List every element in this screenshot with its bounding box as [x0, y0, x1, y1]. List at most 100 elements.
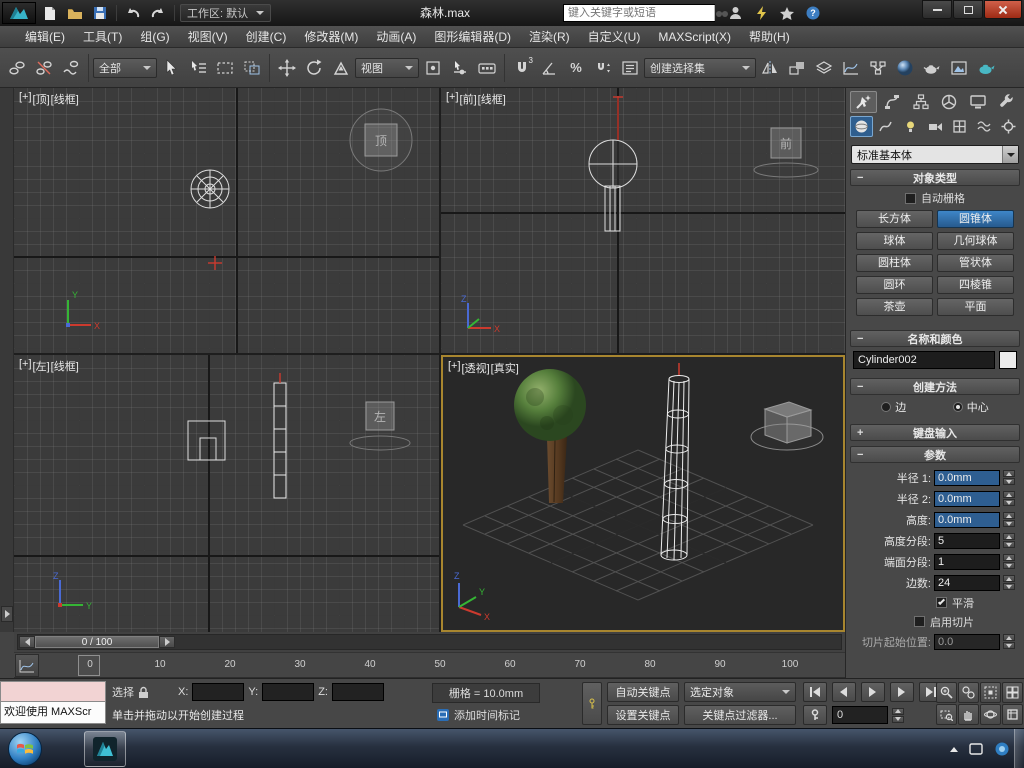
object-name-field[interactable]: Cylinder002	[853, 351, 995, 369]
subtab-cameras[interactable]	[924, 116, 947, 137]
smooth-checkbox[interactable]	[936, 597, 947, 608]
time-slider-track[interactable]: 0 / 100	[17, 634, 842, 650]
minimize-button[interactable]	[922, 0, 952, 19]
height-spinner[interactable]	[1003, 512, 1015, 527]
align-button[interactable]	[784, 55, 810, 81]
cylinder-left-wireframe[interactable]	[274, 373, 286, 498]
help-icon[interactable]: ?	[802, 3, 824, 23]
zoom-extents-button[interactable]	[980, 682, 1001, 703]
tree-top-wireframe[interactable]	[191, 170, 229, 208]
menu-customize[interactable]: 自定义(U)	[579, 26, 650, 48]
open-file-button[interactable]	[64, 3, 86, 23]
key-mode-toggle[interactable]	[803, 705, 827, 725]
current-frame-field[interactable]: 0	[832, 706, 888, 724]
y-coordinate-field[interactable]	[262, 683, 314, 701]
macro-recorder-line[interactable]	[0, 681, 106, 702]
cone-creation-gizmo[interactable]	[613, 96, 623, 140]
scale-button[interactable]	[328, 55, 354, 81]
redo-button[interactable]	[147, 3, 169, 23]
viewcube[interactable]	[751, 402, 823, 450]
select-object-button[interactable]	[158, 55, 184, 81]
go-to-start-button[interactable]	[803, 682, 827, 702]
render-production-button[interactable]	[973, 55, 999, 81]
subtab-shapes[interactable]	[875, 116, 898, 137]
render-setup-button[interactable]	[919, 55, 945, 81]
named-sets-dropdown[interactable]: 创建选择集	[644, 58, 756, 78]
geosphere-button[interactable]: 几何球体	[937, 232, 1014, 250]
unlink-button[interactable]	[31, 55, 57, 81]
play-button[interactable]	[861, 682, 885, 702]
tab-display[interactable]	[965, 91, 992, 113]
use-pivot-center-button[interactable]	[420, 55, 446, 81]
selection-lock-icon[interactable]	[138, 686, 149, 699]
angle-snap-toggle[interactable]	[536, 55, 562, 81]
reference-coordinate-dropdown[interactable]: 视图	[355, 58, 419, 78]
cylinder-model-selected[interactable]	[661, 363, 689, 560]
viewport-shading-button[interactable]: [真实]	[491, 360, 519, 376]
viewcube[interactable]: 前	[754, 128, 818, 177]
cone-creation-gizmo[interactable]	[208, 256, 222, 270]
undo-button[interactable]	[122, 3, 144, 23]
tab-hierarchy[interactable]	[907, 91, 934, 113]
object-color-swatch[interactable]	[999, 351, 1017, 369]
subtab-geometry[interactable]	[850, 116, 873, 137]
mini-curve-editor-button[interactable]	[15, 654, 39, 677]
set-keys-button[interactable]	[582, 682, 602, 725]
pyramid-button[interactable]: 四棱锥	[937, 276, 1014, 294]
menu-group[interactable]: 组(G)	[131, 26, 178, 48]
radius1-spinner[interactable]	[1003, 470, 1015, 485]
key-filters-button[interactable]: 关键点过滤器...	[684, 705, 796, 725]
tab-create[interactable]	[850, 91, 877, 113]
autogrid-checkbox[interactable]	[905, 193, 916, 204]
menu-rendering[interactable]: 渲染(R)	[520, 26, 579, 48]
cylinder-button[interactable]: 圆柱体	[856, 254, 933, 272]
viewport-name-button[interactable]: [顶]	[33, 91, 50, 107]
rollout-object-type-header[interactable]: − 对象类型	[850, 169, 1020, 186]
torus-button[interactable]: 圆环	[856, 276, 933, 294]
edit-named-sets-button[interactable]	[617, 55, 643, 81]
add-time-tag-button[interactable]: 添加时间标记	[454, 707, 520, 723]
viewport-front[interactable]: [+] [前] [线框] 前	[441, 88, 845, 353]
sphere-button[interactable]: 球体	[856, 232, 933, 250]
keyboard-override-toggle[interactable]	[474, 55, 500, 81]
tree-left-wireframe[interactable]	[188, 421, 225, 460]
next-frame-arrow[interactable]	[159, 636, 175, 648]
primitive-category-dropdown[interactable]: 标准基本体	[851, 145, 1019, 164]
material-editor-button[interactable]	[892, 55, 918, 81]
listener-line[interactable]: 欢迎使用 MAXScr	[0, 702, 106, 724]
start-button[interactable]	[8, 732, 42, 766]
time-tag-icon[interactable]	[436, 708, 450, 722]
slice-from-spinner[interactable]	[1003, 634, 1015, 649]
orbit-button[interactable]	[980, 704, 1001, 725]
previous-frame-arrow[interactable]	[19, 636, 35, 648]
window-crossing-toggle[interactable]	[239, 55, 265, 81]
menu-views[interactable]: 视图(V)	[179, 26, 237, 48]
tab-motion[interactable]	[936, 91, 963, 113]
select-link-button[interactable]	[4, 55, 30, 81]
sides-field[interactable]: 24	[934, 575, 1000, 591]
rollout-creation-method-header[interactable]: − 创建方法	[850, 378, 1020, 395]
sides-spinner[interactable]	[1003, 575, 1015, 590]
menu-graph-editors[interactable]: 图形编辑器(D)	[425, 26, 520, 48]
viewport-menu-button[interactable]: [+]	[448, 360, 461, 376]
viewcube[interactable]: 左	[350, 402, 410, 450]
bind-spacewarp-button[interactable]	[58, 55, 84, 81]
pan-button[interactable]	[958, 704, 979, 725]
show-desktop-button[interactable]	[1014, 729, 1024, 768]
menu-edit[interactable]: 编辑(E)	[16, 26, 74, 48]
zoom-button[interactable]	[936, 682, 957, 703]
sign-in-icon[interactable]	[724, 3, 746, 23]
subtab-helpers[interactable]	[948, 116, 971, 137]
workspace-dropdown[interactable]: 工作区: 默认	[180, 4, 271, 22]
rollout-name-color-header[interactable]: − 名称和颜色	[850, 330, 1020, 347]
time-slider-handle[interactable]: 0 / 100	[35, 636, 159, 648]
maximize-button[interactable]	[953, 0, 983, 19]
save-button[interactable]	[89, 3, 111, 23]
tray-action-center-icon[interactable]	[968, 741, 984, 757]
next-frame-button[interactable]	[890, 682, 914, 702]
track-bar[interactable]: 0 10 20 30 40 50 60 70 80 90 100	[14, 652, 845, 678]
cone-button[interactable]: 圆锥体	[937, 210, 1014, 228]
viewport-front-canvas[interactable]: 前 Z X	[441, 88, 845, 353]
snap-toggle-3d[interactable]: 3	[509, 55, 535, 81]
set-key-button[interactable]: 设置关键点	[607, 705, 679, 725]
